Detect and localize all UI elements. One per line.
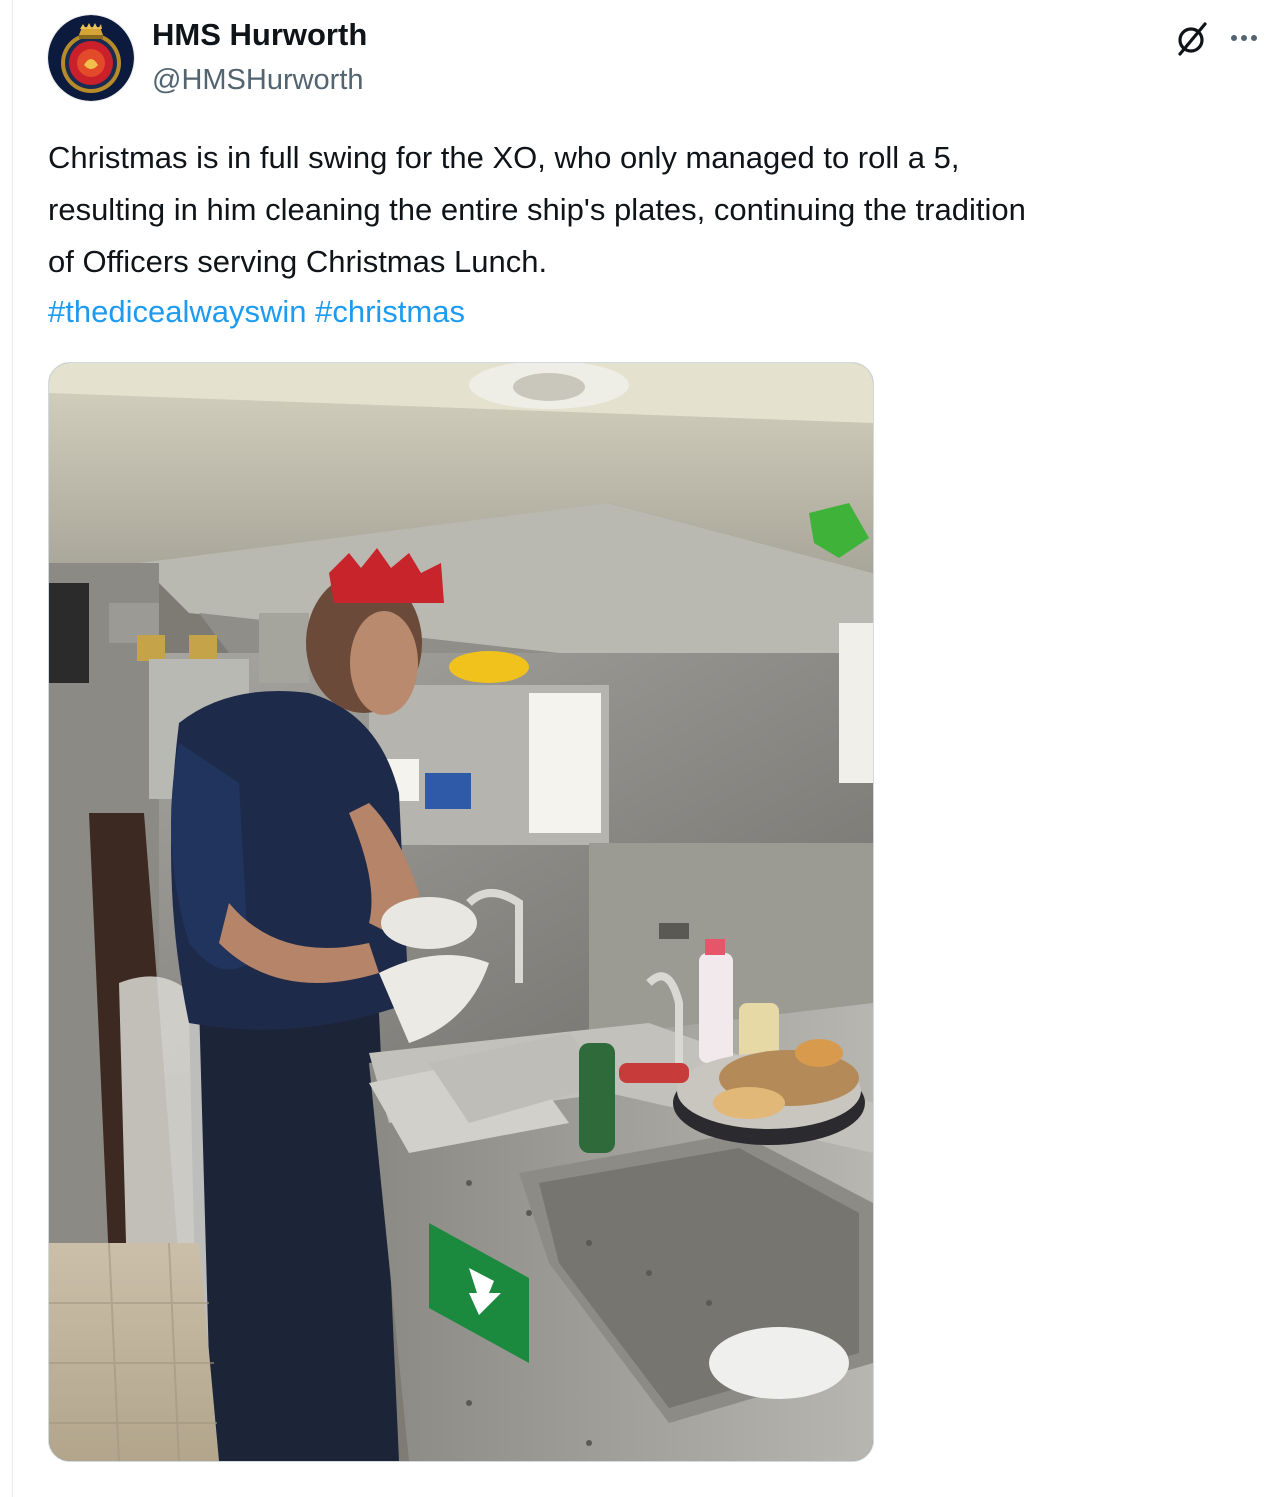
- tweet-text: Christmas is in full swing for the XO, w…: [48, 132, 1268, 288]
- tweet-text-line: resulting in him cleaning the entire shi…: [48, 192, 1026, 227]
- tweet-photo[interactable]: [48, 362, 874, 1462]
- avatar[interactable]: [48, 15, 134, 101]
- more-options-button[interactable]: [1224, 18, 1264, 58]
- author-display-name[interactable]: HMS Hurworth: [152, 16, 367, 54]
- hashtag-row: #thedicealwayswin #christmas: [48, 286, 465, 338]
- tweet-text-line: Christmas is in full swing for the XO, w…: [48, 140, 960, 175]
- more-dots-icon: [1231, 35, 1257, 41]
- grok-icon: [1178, 22, 1207, 56]
- tweet-text-line: of Officers serving Christmas Lunch.: [48, 244, 548, 279]
- author-handle[interactable]: @HMSHurworth: [152, 62, 364, 98]
- hashtag-link[interactable]: #christmas: [315, 294, 465, 329]
- galley-photo: [49, 363, 873, 1461]
- hashtag-link[interactable]: #thedicealwayswin: [48, 294, 306, 329]
- timeline-border: [12, 0, 13, 1497]
- grok-button[interactable]: [1172, 18, 1212, 58]
- ship-crest-icon: [48, 15, 134, 101]
